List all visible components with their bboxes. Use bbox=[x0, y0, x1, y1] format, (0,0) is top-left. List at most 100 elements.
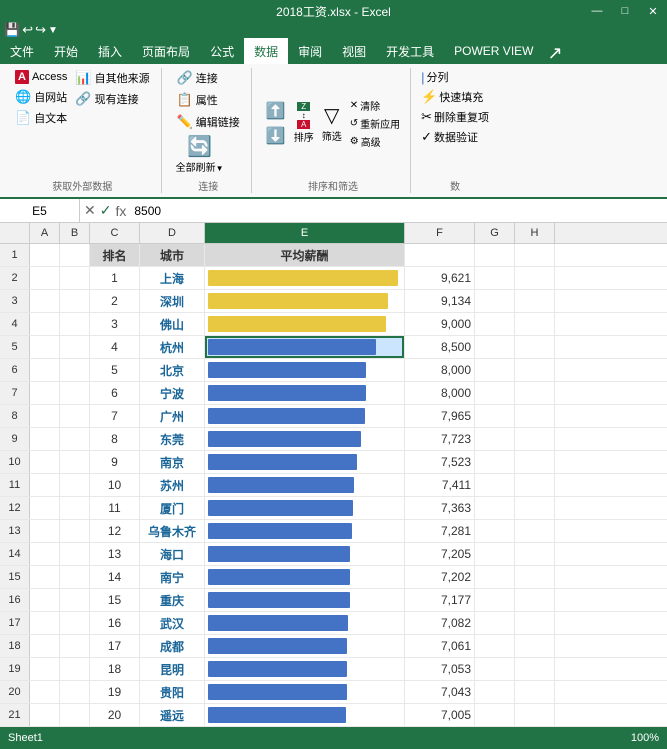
cell-g11[interactable] bbox=[475, 474, 515, 496]
cell-c16[interactable]: 15 bbox=[90, 589, 140, 611]
cell-e20[interactable] bbox=[205, 681, 405, 703]
cell-f19[interactable]: 7,053 bbox=[405, 658, 475, 680]
cell-c18[interactable]: 17 bbox=[90, 635, 140, 657]
cell-e6[interactable] bbox=[205, 359, 405, 381]
cell-a10[interactable] bbox=[30, 451, 60, 473]
cell-h19[interactable] bbox=[515, 658, 555, 680]
cell-f16[interactable]: 7,177 bbox=[405, 589, 475, 611]
zoom-level[interactable]: 100% bbox=[631, 732, 659, 744]
cell-e12[interactable] bbox=[205, 497, 405, 519]
undo-icon[interactable]: ↩ bbox=[22, 22, 33, 38]
cell-h18[interactable] bbox=[515, 635, 555, 657]
connections-button[interactable]: 🔗 连接 bbox=[174, 68, 243, 88]
cell-g6[interactable] bbox=[475, 359, 515, 381]
cell-b21[interactable] bbox=[60, 704, 90, 726]
cell-d19[interactable]: 昆明 bbox=[140, 658, 205, 680]
cell-c7[interactable]: 6 bbox=[90, 382, 140, 404]
sort-za-button[interactable]: ⬇️ bbox=[264, 124, 288, 148]
cell-e4[interactable] bbox=[205, 313, 405, 335]
menu-formula[interactable]: 公式 bbox=[200, 38, 244, 64]
cell-h12[interactable] bbox=[515, 497, 555, 519]
cell-a18[interactable] bbox=[30, 635, 60, 657]
clear-button[interactable]: ✕清除 bbox=[348, 97, 402, 114]
cell-g13[interactable] bbox=[475, 520, 515, 542]
sheet-tab[interactable]: Sheet1 bbox=[8, 732, 43, 744]
cell-g1[interactable] bbox=[475, 244, 515, 266]
cell-d4[interactable]: 佛山 bbox=[140, 313, 205, 335]
maximize-button[interactable]: □ bbox=[611, 0, 639, 22]
cell-d16[interactable]: 重庆 bbox=[140, 589, 205, 611]
menu-developer[interactable]: 开发工具 bbox=[376, 38, 444, 64]
cell-f14[interactable]: 7,205 bbox=[405, 543, 475, 565]
col-header-e[interactable]: E bbox=[205, 223, 405, 243]
cell-f3[interactable]: 9,134 bbox=[405, 290, 475, 312]
cell-a13[interactable] bbox=[30, 520, 60, 542]
menu-page-layout[interactable]: 页面布局 bbox=[132, 38, 200, 64]
cell-h2[interactable] bbox=[515, 267, 555, 289]
cell-h16[interactable] bbox=[515, 589, 555, 611]
col-header-d[interactable]: D bbox=[140, 223, 205, 243]
cell-a21[interactable] bbox=[30, 704, 60, 726]
cell-a9[interactable] bbox=[30, 428, 60, 450]
cell-c5[interactable]: 4 bbox=[90, 336, 140, 358]
sort-az-button[interactable]: ⬆️ bbox=[264, 99, 288, 123]
cell-e9[interactable] bbox=[205, 428, 405, 450]
cell-d7[interactable]: 宁波 bbox=[140, 382, 205, 404]
cell-f2[interactable]: 9,621 bbox=[405, 267, 475, 289]
cell-b7[interactable] bbox=[60, 382, 90, 404]
cell-a12[interactable] bbox=[30, 497, 60, 519]
cell-a4[interactable] bbox=[30, 313, 60, 335]
cell-h17[interactable] bbox=[515, 612, 555, 634]
cell-g3[interactable] bbox=[475, 290, 515, 312]
cell-h7[interactable] bbox=[515, 382, 555, 404]
data-validation-button[interactable]: ✓ 数据验证 bbox=[419, 128, 491, 146]
cell-b15[interactable] bbox=[60, 566, 90, 588]
menu-review[interactable]: 审阅 bbox=[288, 38, 332, 64]
cell-e19[interactable] bbox=[205, 658, 405, 680]
cell-f13[interactable]: 7,281 bbox=[405, 520, 475, 542]
cell-b2[interactable] bbox=[60, 267, 90, 289]
cell-e17[interactable] bbox=[205, 612, 405, 634]
cell-c11[interactable]: 10 bbox=[90, 474, 140, 496]
col-header-c[interactable]: C bbox=[90, 223, 140, 243]
cell-c17[interactable]: 16 bbox=[90, 612, 140, 634]
remove-duplicates-button[interactable]: ✂ 删除重复项 bbox=[419, 108, 491, 126]
cell-e5[interactable] bbox=[205, 336, 405, 358]
cell-b4[interactable] bbox=[60, 313, 90, 335]
save-icon[interactable]: 💾 bbox=[4, 22, 20, 38]
cell-b20[interactable] bbox=[60, 681, 90, 703]
cell-f17[interactable]: 7,082 bbox=[405, 612, 475, 634]
cell-e16[interactable] bbox=[205, 589, 405, 611]
cell-h13[interactable] bbox=[515, 520, 555, 542]
cell-g12[interactable] bbox=[475, 497, 515, 519]
cell-h8[interactable] bbox=[515, 405, 555, 427]
cell-d8[interactable]: 广州 bbox=[140, 405, 205, 427]
cell-d12[interactable]: 厦门 bbox=[140, 497, 205, 519]
cell-b8[interactable] bbox=[60, 405, 90, 427]
cell-a17[interactable] bbox=[30, 612, 60, 634]
cell-g20[interactable] bbox=[475, 681, 515, 703]
cell-g16[interactable] bbox=[475, 589, 515, 611]
cell-a14[interactable] bbox=[30, 543, 60, 565]
cell-g14[interactable] bbox=[475, 543, 515, 565]
cell-e10[interactable] bbox=[205, 451, 405, 473]
redo-icon[interactable]: ↪ bbox=[35, 22, 46, 38]
menu-file[interactable]: 文件 bbox=[0, 38, 44, 64]
cell-d2[interactable]: 上海 bbox=[140, 267, 205, 289]
cell-c3[interactable]: 2 bbox=[90, 290, 140, 312]
cell-f12[interactable]: 7,363 bbox=[405, 497, 475, 519]
cell-b5[interactable] bbox=[60, 336, 90, 358]
cell-g18[interactable] bbox=[475, 635, 515, 657]
col-header-h[interactable]: H bbox=[515, 223, 555, 243]
cell-g17[interactable] bbox=[475, 612, 515, 634]
cell-g8[interactable] bbox=[475, 405, 515, 427]
cell-h21[interactable] bbox=[515, 704, 555, 726]
cell-c14[interactable]: 13 bbox=[90, 543, 140, 565]
cell-a6[interactable] bbox=[30, 359, 60, 381]
cell-c20[interactable]: 19 bbox=[90, 681, 140, 703]
cell-d17[interactable]: 武汉 bbox=[140, 612, 205, 634]
cell-b1[interactable] bbox=[60, 244, 90, 266]
reapply-button[interactable]: ↺重新应用 bbox=[348, 115, 402, 132]
cell-g2[interactable] bbox=[475, 267, 515, 289]
cell-g9[interactable] bbox=[475, 428, 515, 450]
